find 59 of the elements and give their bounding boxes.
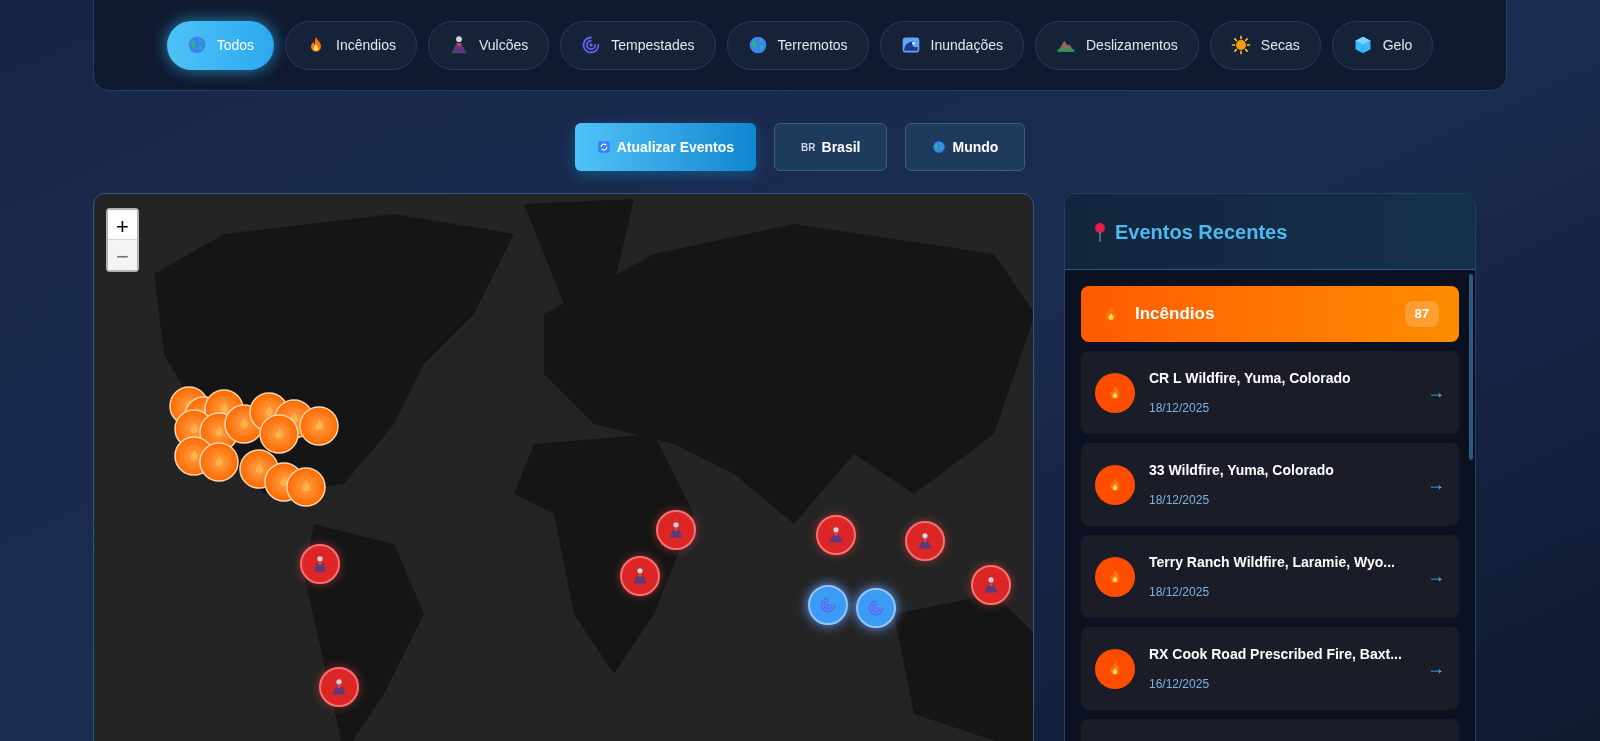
volcano-icon <box>916 532 934 550</box>
arrow-link[interactable]: → <box>1427 563 1445 590</box>
category-title: Incêndios <box>1135 303 1216 326</box>
event-card[interactable]: 33 Wildfire, Yuma, Colorado 18/12/2025 → <box>1081 443 1459 526</box>
event-card[interactable]: CR L Wildfire, Yuma, Colorado 18/12/2025 → <box>1081 351 1459 434</box>
fire-marker-cluster[interactable] <box>169 386 339 507</box>
storm-icon <box>819 596 837 614</box>
arrow-link[interactable]: → <box>1427 655 1445 682</box>
volcano-icon <box>827 526 845 544</box>
globe-icon <box>747 35 768 55</box>
pin-icon <box>1093 221 1107 242</box>
volcano-marker[interactable] <box>971 565 1011 605</box>
wave-icon <box>900 35 921 55</box>
filter-tab[interactable]: Secas <box>1209 20 1321 70</box>
volcano-marker[interactable] <box>816 515 856 555</box>
volcano-icon <box>982 576 1000 594</box>
event-title: Terry Ranch Wildfire, Laramie, Wyo... <box>1149 553 1396 572</box>
event-date: 18/12/2025 <box>1149 492 1211 509</box>
storm-icon <box>867 599 885 617</box>
ice-icon <box>1352 35 1373 55</box>
globe-icon <box>932 140 947 154</box>
volcano-marker[interactable] <box>905 521 945 561</box>
event-date: 18/12/2025 <box>1149 400 1211 417</box>
event-date: 18/12/2025 <box>1149 584 1211 601</box>
storm-marker[interactable] <box>808 585 848 625</box>
filter-tab[interactable]: Deslizamentos <box>1035 20 1199 70</box>
filter-tab[interactable]: Terremotos <box>726 20 869 70</box>
scrollbar-thumb[interactable] <box>1469 274 1473 460</box>
storm-icon <box>581 35 602 55</box>
event-card[interactable]: Terry Ranch Wildfire, Laramie, Wyo... 18/12/2025 → <box>1081 535 1459 618</box>
count-badge: 87 <box>1404 301 1439 327</box>
action-button[interactable]: BR Brasil <box>774 123 888 171</box>
volcano-icon <box>330 678 348 696</box>
panel-title: Eventos Recentes <box>1115 219 1288 245</box>
filter-tab[interactable]: Inundações <box>879 20 1024 70</box>
sun-icon <box>1230 35 1251 55</box>
event-date: 16/12/2025 <box>1149 676 1211 693</box>
action-button[interactable]: Mundo <box>905 123 1026 171</box>
volcano-marker[interactable] <box>300 544 340 584</box>
event-card[interactable]: RX Cook Road Prescribed Fire, Baxt... 16/12/2025 → <box>1081 627 1459 710</box>
event-title: RX Cook Road Prescribed Fire, Baxt... <box>1149 645 1403 664</box>
volcano-icon <box>667 521 685 539</box>
arrow-link[interactable]: → <box>1427 471 1445 498</box>
volcano-marker[interactable] <box>319 667 359 707</box>
filter-tab[interactable]: Gelo <box>1331 20 1434 70</box>
globe-icon <box>186 35 207 55</box>
zoom-in-button[interactable]: + <box>108 210 137 240</box>
country-code: BR <box>801 140 816 155</box>
refresh-icon <box>596 140 611 154</box>
filter-tab[interactable]: Vulcões <box>427 20 550 70</box>
arrow-link[interactable]: → <box>1427 379 1445 406</box>
filter-tab[interactable]: Incêndios <box>285 20 417 70</box>
event-title: 33 Wildfire, Yuma, Colorado <box>1149 461 1335 480</box>
filter-tab[interactable]: Tempestades <box>560 20 716 70</box>
volcano-icon <box>311 555 329 573</box>
storm-marker[interactable] <box>856 588 896 628</box>
event-title: CR L Wildfire, Yuma, Colorado <box>1149 369 1352 388</box>
zoom-out-button[interactable]: − <box>108 240 137 270</box>
volcano-icon <box>631 567 649 585</box>
